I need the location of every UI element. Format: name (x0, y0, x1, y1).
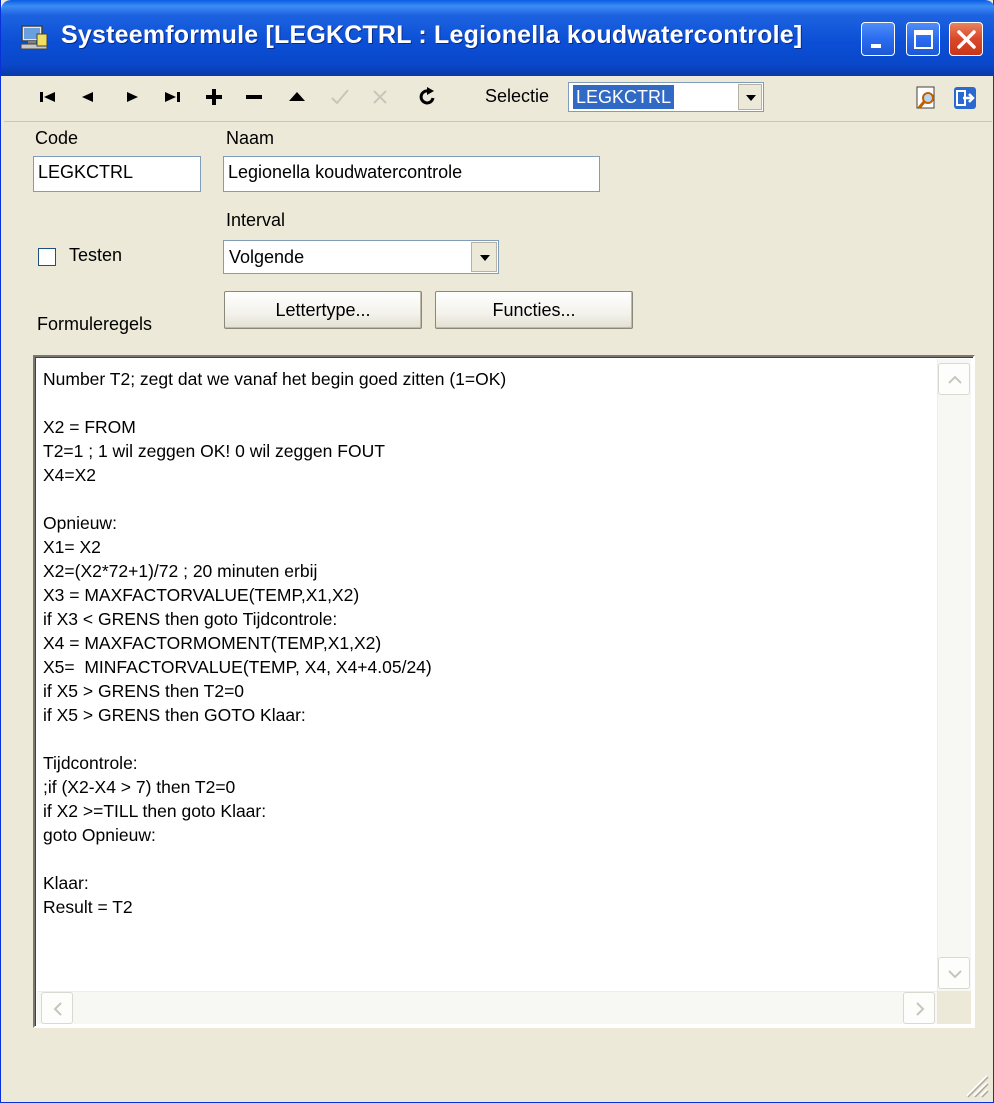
code-line[interactable]: X2=(X2*72+1)/72 ; 20 minuten erbij (43, 559, 933, 583)
delete-icon[interactable] (241, 84, 267, 110)
code-line[interactable]: Klaar: (43, 871, 933, 895)
code-line[interactable]: if X3 < GRENS then goto Tijdcontrole: (43, 607, 933, 631)
window-title: Systeemformule [LEGKCTRL : Legionella ko… (61, 21, 803, 49)
refresh-icon[interactable] (415, 84, 441, 110)
chevron-left-icon (53, 1002, 62, 1016)
last-record-icon[interactable] (159, 84, 185, 110)
formula-window: Systeemformule [LEGKCTRL : Legionella ko… (0, 0, 994, 1103)
code-line[interactable]: if X5 > GRENS then T2=0 (43, 679, 933, 703)
resize-grip-icon[interactable] (959, 1068, 989, 1098)
app-icon (20, 25, 48, 50)
code-line[interactable]: X5= MINFACTORVALUE(TEMP, X4, X4+4.05/24) (43, 655, 933, 679)
code-line[interactable]: X3 = MAXFACTORVALUE(TEMP,X1,X2) (43, 583, 933, 607)
code-line[interactable]: Number T2; zegt dat we vanaf het begin g… (43, 367, 933, 391)
scrollbar-corner (937, 991, 971, 1024)
title-bar[interactable]: Systeemformule [LEGKCTRL : Legionella ko… (1, 0, 994, 76)
code-line[interactable] (43, 487, 933, 511)
naam-label: Naam (226, 128, 275, 148)
close-icon (957, 30, 976, 49)
chevron-right-icon (916, 1002, 925, 1016)
horizontal-scrollbar[interactable] (37, 991, 939, 1024)
code-label: Code (35, 128, 79, 148)
code-line[interactable]: if X5 > GRENS then GOTO Klaar: (43, 703, 933, 727)
code-line[interactable]: Result = T2 (43, 895, 933, 919)
formuleregels-label: Formuleregels (37, 314, 153, 334)
code-line[interactable]: ;if (X2-X4 > 7) then T2=0 (43, 775, 933, 799)
close-button[interactable] (949, 22, 983, 56)
code-line[interactable] (43, 391, 933, 415)
formula-editor[interactable]: Number T2; zegt dat we vanaf het begin g… (33, 355, 975, 1028)
minimize-icon (871, 44, 881, 48)
code-line[interactable]: goto Opnieuw: (43, 823, 933, 847)
preview-icon[interactable] (913, 84, 941, 112)
selectie-value: LEGKCTRL (573, 85, 675, 109)
scroll-left-button[interactable] (41, 992, 73, 1024)
previous-record-icon[interactable] (75, 84, 101, 110)
code-line[interactable]: X4=X2 (43, 463, 933, 487)
minimize-button[interactable] (861, 22, 895, 56)
exit-icon[interactable] (951, 84, 979, 112)
testen-label: Testen (69, 245, 123, 265)
scroll-up-button[interactable] (938, 363, 970, 395)
code-line[interactable]: Tijdcontrole: (43, 751, 933, 775)
chevron-down-icon[interactable] (738, 84, 762, 110)
up-icon[interactable] (284, 84, 310, 110)
naam-field[interactable]: Legionella koudwatercontrole (223, 156, 600, 192)
code-line[interactable]: X1= X2 (43, 535, 933, 559)
code-line[interactable] (43, 847, 933, 871)
code-line[interactable]: X2 = FROM (43, 415, 933, 439)
vertical-scrollbar[interactable] (937, 359, 971, 993)
code-line[interactable] (43, 727, 933, 751)
functies-button[interactable]: Functies... (435, 291, 633, 329)
scroll-down-button[interactable] (938, 957, 970, 989)
maximize-icon (914, 30, 933, 49)
confirm-icon (331, 89, 349, 105)
chevron-up-icon (948, 375, 962, 384)
add-icon[interactable] (201, 84, 227, 110)
formula-text[interactable]: Number T2; zegt dat we vanaf het begin g… (43, 367, 933, 919)
testen-checkbox[interactable] (38, 248, 56, 266)
maximize-button[interactable] (906, 22, 940, 56)
interval-label: Interval (226, 210, 286, 230)
code-line[interactable]: T2=1 ; 1 wil zeggen OK! 0 wil zeggen FOU… (43, 439, 933, 463)
interval-dropdown[interactable]: Volgende (223, 240, 499, 274)
chevron-down-icon[interactable] (471, 242, 497, 272)
code-line[interactable]: X4 = MAXFACTORMOMENT(TEMP,X1,X2) (43, 631, 933, 655)
selectie-label: Selectie (485, 86, 550, 106)
code-field[interactable]: LEGKCTRL (33, 156, 201, 192)
cancel-icon (373, 90, 387, 104)
selectie-dropdown[interactable]: LEGKCTRL (568, 82, 764, 112)
lettertype-button[interactable]: Lettertype... (224, 291, 422, 329)
interval-value: Volgende (229, 247, 305, 267)
scroll-right-button[interactable] (903, 992, 935, 1024)
first-record-icon[interactable] (35, 84, 61, 110)
code-line[interactable]: if X2 >=TILL then goto Klaar: (43, 799, 933, 823)
chevron-down-icon (948, 970, 962, 979)
code-line[interactable]: Opnieuw: (43, 511, 933, 535)
next-record-icon[interactable] (119, 84, 145, 110)
